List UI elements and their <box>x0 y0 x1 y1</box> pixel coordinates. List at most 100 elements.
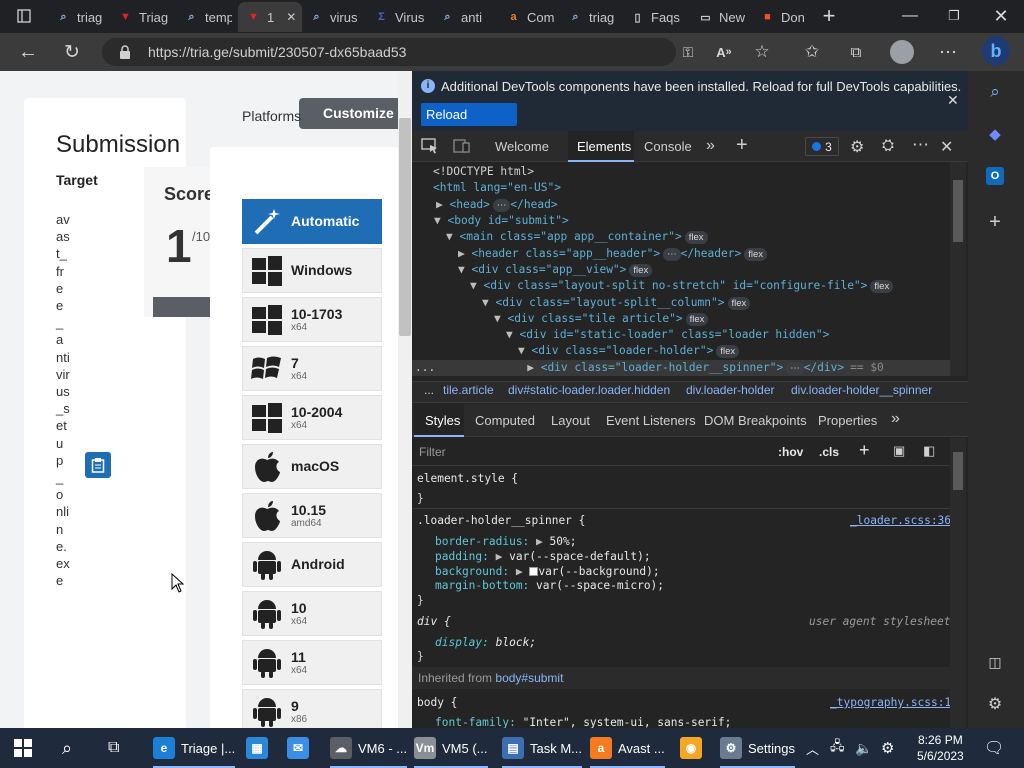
breadcrumb-more[interactable]: ... <box>424 383 434 397</box>
refresh-icon[interactable]: ↻ <box>58 38 86 66</box>
browser-tab-2[interactable]: ▼ Triag <box>110 2 170 32</box>
tab-event-listeners[interactable]: Event Listeners <box>606 404 696 437</box>
prop-border-radius[interactable]: border-radius: ▶ 50%; <box>435 534 576 549</box>
more-style-tabs-icon[interactable]: » <box>891 410 900 428</box>
read-aloud-icon[interactable]: A» <box>710 38 738 66</box>
add-panel-icon[interactable]: + <box>736 134 748 157</box>
browser-tab-8[interactable]: a Com <box>498 2 554 32</box>
tab-styles[interactable]: Styles <box>414 404 464 437</box>
browser-tab-1[interactable]: ⌕ triag <box>48 2 104 32</box>
dom-line-spinner-selected[interactable]: ... ▶ <div class="loader-holder__spinner"… <box>412 360 950 376</box>
prop-margin-bottom[interactable]: margin-bottom: var(--space-micro); <box>435 578 664 593</box>
breadcrumb-static-loader[interactable]: div#static-loader.loader.hidden <box>508 383 670 397</box>
more-menu-icon[interactable]: ⋯ <box>934 38 962 66</box>
dom-line-main[interactable]: ▼ <main class="app app__container"> flex <box>446 229 708 245</box>
breadcrumb-loader-holder[interactable]: div.loader-holder <box>686 383 775 397</box>
dom-line-doctype[interactable]: <!DOCTYPE html> <box>433 164 534 180</box>
platform-macos[interactable]: macOS <box>242 444 382 489</box>
minimize-icon[interactable]: — <box>896 2 924 30</box>
close-info-icon[interactable]: ✕ <box>947 92 959 109</box>
taskbar-app-shield[interactable]: ◉ <box>680 728 702 768</box>
platform-windows[interactable]: Windows <box>242 248 382 293</box>
taskbar-app-vmware[interactable]: Vm VM5 (... <box>414 728 488 768</box>
platform-10-15[interactable]: 10.15 amd64 <box>242 493 382 538</box>
platform-10-2004[interactable]: 10-2004 x64 <box>242 395 382 440</box>
taskbar-app-store[interactable]: ▦ <box>246 728 268 768</box>
platform-automatic[interactable]: Automatic <box>242 199 382 244</box>
taskbar-app-edge[interactable]: e Triage |... <box>153 728 236 768</box>
sidebar-copilot-icon[interactable]: ◆ <box>983 122 1007 146</box>
customize-button[interactable]: Customize <box>299 98 412 129</box>
tab-actions-icon[interactable] <box>10 2 38 30</box>
tab-layout[interactable]: Layout <box>551 404 590 437</box>
rule-spinner-source[interactable]: _loader.scss:36 <box>850 513 951 528</box>
prop-display[interactable]: display: block; <box>435 635 536 650</box>
sidebar-settings-icon[interactable]: ⚙ <box>983 692 1007 716</box>
restore-icon[interactable]: ❐ <box>940 2 968 30</box>
sidebar-outlook-icon[interactable]: O <box>983 164 1007 188</box>
dom-line-html[interactable]: <html lang="en-US"> <box>433 180 561 196</box>
taskbar-app-gear[interactable]: ⚙ Settings <box>720 728 795 768</box>
rule-spinner-selector[interactable]: .loader-holder__spinner { <box>417 513 585 528</box>
page-scrollbar-thumb[interactable] <box>399 118 411 336</box>
browser-tab-4[interactable]: ▼ 1 ✕ <box>238 2 302 32</box>
dom-line-body[interactable]: ▼ <body id="submit"> <box>434 213 569 229</box>
back-icon[interactable]: ← <box>14 38 42 66</box>
taskbar-app-mail[interactable]: ✉ <box>287 728 309 768</box>
dom-line-app-view[interactable]: ▼ <div class="app__view"> flex <box>458 262 653 278</box>
rule-body-selector[interactable]: body { <box>417 695 457 710</box>
tab-computed[interactable]: Computed <box>475 404 535 437</box>
device-toolbar-icon[interactable] <box>453 138 473 156</box>
tab-console[interactable]: Console <box>644 131 692 162</box>
taskbar-app-vm[interactable]: ☁ VM6 - ... <box>330 728 408 768</box>
styles-filter-input[interactable]: Filter <box>416 441 766 463</box>
styles-scrollbar-thumb[interactable] <box>953 452 963 490</box>
browser-tab-3[interactable]: ⌕ temp <box>176 2 232 32</box>
toggle-sidebar-icon[interactable]: ◧ <box>923 443 935 459</box>
dom-line-head[interactable]: ▶ <head> ⋯ </head> <box>436 197 558 213</box>
tab-elements[interactable]: Elements <box>568 131 634 162</box>
taskbar-app-avast[interactable]: a Avast ... <box>590 728 665 768</box>
prop-padding[interactable]: padding: ▶ var(--space-default); <box>435 549 651 564</box>
color-swatch[interactable] <box>529 567 539 576</box>
tray-overflow-icon[interactable]: ︿ <box>806 728 819 768</box>
start-button[interactable] <box>14 728 32 768</box>
dom-line-layout-split[interactable]: ▼ <div class="layout-split no-stretch" i… <box>470 278 894 294</box>
reload-devtools-button[interactable]: Reload DevTools <box>421 103 517 145</box>
bing-copilot-icon[interactable]: b <box>982 36 1010 66</box>
sidebar-add-icon[interactable]: + <box>983 210 1007 234</box>
add-favorite-icon[interactable]: ☆ <box>748 38 776 66</box>
hov-toggle[interactable]: :hov <box>778 445 803 459</box>
breadcrumb-tile[interactable]: tile.article <box>443 383 494 397</box>
settings-gear-icon[interactable]: ⚙ <box>850 137 864 157</box>
dom-line-header[interactable]: ▶ <header class="app__header"> ⋯ </header>… <box>458 246 767 262</box>
platform-android[interactable]: Android <box>242 542 382 587</box>
tray-gear-icon[interactable]: ⚙ <box>881 728 894 768</box>
rule-element-style[interactable]: element.style { <box>417 471 518 486</box>
favorites-icon[interactable]: ✩ <box>798 38 826 66</box>
network-icon[interactable]: 🖧 <box>830 728 845 768</box>
toggle-rendering-icon[interactable]: ▣ <box>893 443 905 459</box>
sidebar-split-icon[interactable]: ◫ <box>983 650 1007 674</box>
key-icon[interactable]: ⚿ <box>674 38 702 66</box>
browser-tab-12[interactable]: ■ Don <box>752 2 810 32</box>
new-tab-icon[interactable]: + <box>815 2 843 30</box>
search-icon[interactable]: ⌕ <box>62 728 72 768</box>
url-field[interactable]: https://tria.ge/submit/230507-dx65baad53 <box>102 38 676 66</box>
notifications-icon[interactable]: 🗨 <box>984 728 1004 768</box>
lock-icon[interactable] <box>118 44 132 60</box>
browser-tab-6[interactable]: Σ Virus <box>366 2 426 32</box>
tab-properties[interactable]: Properties <box>818 404 877 437</box>
rule-div-selector[interactable]: div { <box>417 614 451 629</box>
taskbar-app-task-manager[interactable]: ▤ Task M... <box>502 728 583 768</box>
prop-background[interactable]: background: ▶ var(--background); <box>435 564 660 579</box>
close-tab-icon[interactable]: ✕ <box>286 10 296 24</box>
dom-tree-scrollbar-thumb[interactable] <box>953 180 963 242</box>
browser-tab-11[interactable]: ▭ New <box>690 2 746 32</box>
dom-line-tile[interactable]: ▼ <div class="tile article"> flex <box>494 311 709 327</box>
dom-line-layout-column[interactable]: ▼ <div class="layout-split__column"> flex <box>482 295 751 311</box>
profile-avatar[interactable] <box>890 40 914 64</box>
clock[interactable]: 8:26 PM 5/6/2023 <box>917 728 964 768</box>
platform-10-1703[interactable]: 10-1703 x64 <box>242 297 382 342</box>
collections-icon[interactable]: ⧉ <box>842 38 870 66</box>
